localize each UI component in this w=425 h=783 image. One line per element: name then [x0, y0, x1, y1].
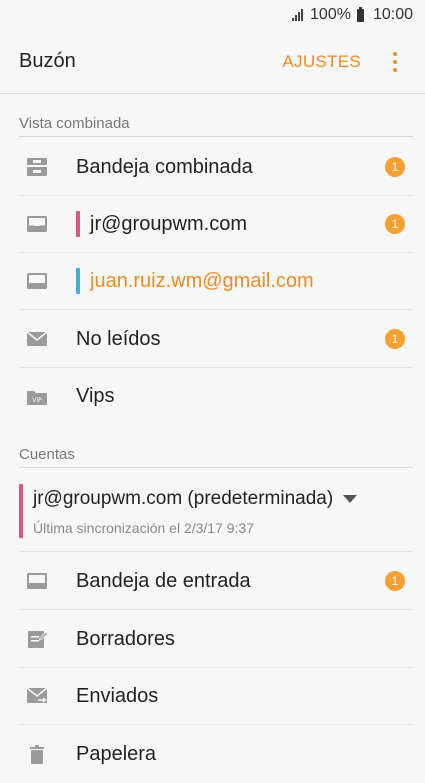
combined-inbox-item[interactable]: Bandeja combinada 1 [19, 139, 413, 196]
battery-icon [356, 6, 364, 22]
unread-item[interactable]: No leídos 1 [19, 311, 413, 368]
folder-inbox[interactable]: Bandeja de entrada 1 [19, 553, 413, 610]
drafts-icon [25, 629, 49, 649]
trash-icon [25, 744, 49, 765]
section-header-accounts: Cuentas [19, 446, 413, 468]
envelope-icon [25, 329, 49, 349]
account-inbox-text: jr@groupwm.com [90, 212, 248, 235]
folder-label: Bandeja de entrada [76, 569, 251, 592]
dropdown-arrow-icon [343, 495, 358, 503]
page-title: Buzón [19, 50, 76, 72]
vip-folder-icon: VIP [25, 387, 49, 407]
unread-badge: 1 [385, 157, 405, 177]
signal-icon [292, 9, 304, 21]
folder-label: Borradores [76, 627, 175, 650]
inbox-icon [25, 271, 49, 291]
account-inbox-item-groupwm[interactable]: jr@groupwm.com 1 [19, 196, 413, 253]
more-options-icon[interactable] [383, 50, 407, 74]
clock: 10:00 [372, 6, 413, 23]
unread-badge: 1 [385, 329, 405, 349]
vips-label: Vips [76, 385, 115, 407]
combined-inbox-label: Bandeja combinada [76, 155, 253, 178]
section-header-combined: Vista combinada [19, 115, 413, 137]
account-name: jr@groupwm.com (predeterminada) [33, 488, 358, 510]
app-bar: Buzón AJUSTES [0, 30, 425, 94]
folder-label: Enviados [76, 684, 159, 707]
status-bar: 100% 10:00 [0, 0, 425, 30]
account-color-bar [76, 268, 80, 294]
account-inbox-label: juan.ruiz.wm@gmail.com [76, 268, 413, 294]
account-color-bar [19, 484, 23, 538]
account-inbox-label: jr@groupwm.com [76, 211, 385, 237]
unread-label: No leídos [76, 327, 161, 350]
account-color-bar [76, 211, 80, 237]
account-inbox-item-gmail[interactable]: juan.ruiz.wm@gmail.com [19, 253, 413, 310]
folder-label: Papelera [76, 743, 157, 765]
account-inbox-text: juan.ruiz.wm@gmail.com [90, 269, 314, 292]
svg-text:VIP: VIP [32, 397, 42, 404]
folder-sent[interactable]: Enviados [19, 668, 413, 725]
inbox-icon [25, 214, 49, 234]
sent-icon [25, 686, 49, 706]
folder-drafts[interactable]: Borradores [19, 611, 413, 668]
battery-percent: 100% [310, 6, 351, 23]
combined-inbox-icon [25, 157, 49, 177]
folder-trash[interactable]: Papelera [19, 726, 413, 783]
unread-badge: 1 [385, 214, 405, 234]
unread-badge: 1 [385, 571, 405, 591]
vips-item[interactable]: VIP Vips [19, 368, 413, 425]
last-sync-text: Última sincronización el 2/3/17 9:37 [33, 520, 255, 536]
account-selector[interactable]: jr@groupwm.com (predeterminada) Última s… [19, 470, 413, 552]
settings-button[interactable]: AJUSTES [282, 52, 361, 72]
account-name-text: jr@groupwm.com (predeterminada) [33, 488, 334, 509]
inbox-icon [25, 571, 49, 591]
